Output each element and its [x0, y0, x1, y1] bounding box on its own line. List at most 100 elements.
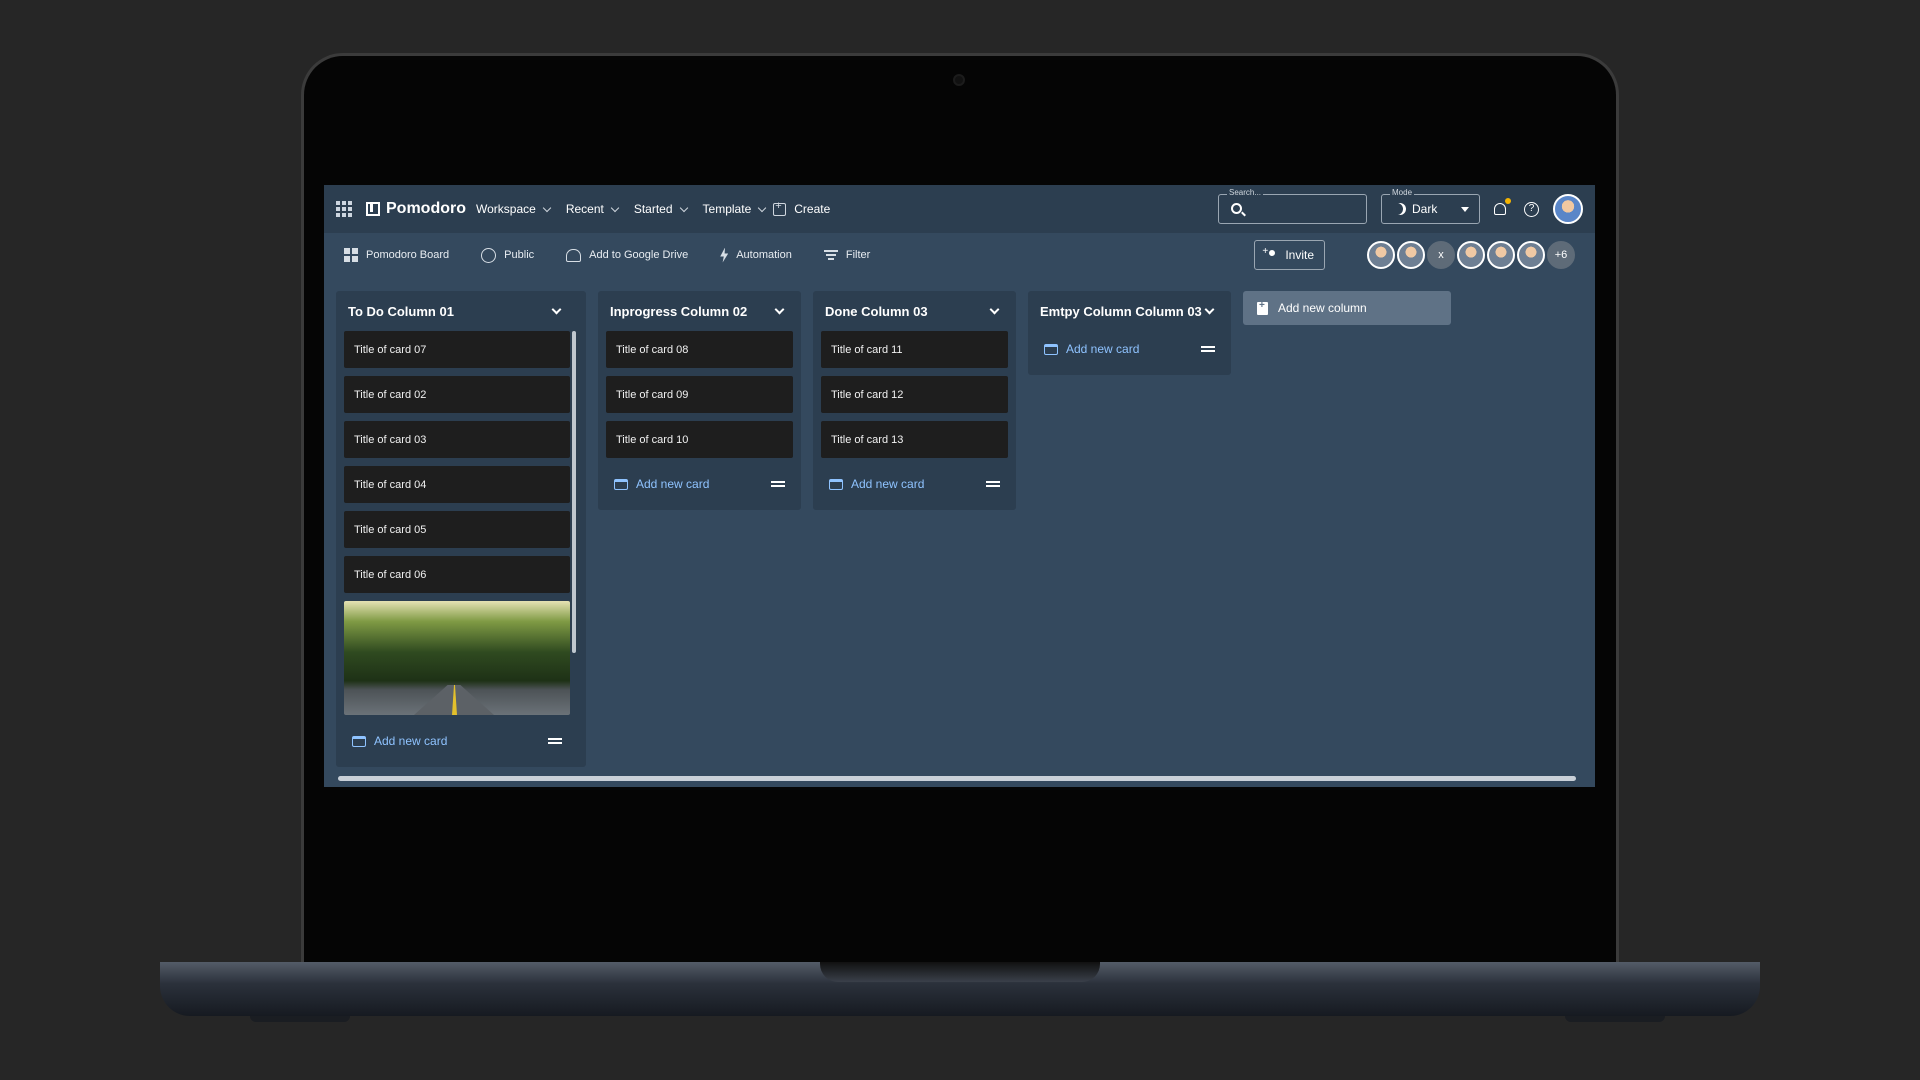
card[interactable]: Title of card 07: [344, 331, 570, 368]
nav-menu: Workspace Recent Started Template: [476, 202, 767, 216]
column-scrollbar[interactable]: [572, 331, 576, 653]
laptop-foot-left: [250, 1016, 350, 1022]
search-icon: [1231, 203, 1242, 214]
add-document-icon: [1257, 300, 1268, 315]
card[interactable]: Title of card 03: [344, 421, 570, 458]
chevron-down-icon[interactable]: [774, 304, 785, 314]
member-avatar[interactable]: [1367, 241, 1395, 269]
column-title: Inprogress Column 02: [610, 303, 748, 319]
chevron-down-icon[interactable]: [551, 304, 562, 314]
cloud-upload-icon: [566, 248, 582, 262]
board-icon: [344, 248, 358, 262]
bell-icon[interactable]: [1494, 198, 1511, 215]
add-card-icon: [1044, 343, 1058, 355]
invite-label: Invite: [1285, 248, 1314, 262]
search-input[interactable]: Search...: [1218, 188, 1367, 224]
member-avatar[interactable]: [1487, 241, 1515, 269]
card-cover-image[interactable]: [344, 601, 570, 715]
add-card-icon: [829, 478, 843, 490]
column-header: Emtpy Column Column 03: [1036, 291, 1223, 331]
automation-button[interactable]: Automation: [720, 247, 792, 263]
drag-handle-icon[interactable]: [986, 481, 1000, 487]
member-avatar[interactable]: x: [1427, 241, 1455, 269]
public-label: Public: [504, 249, 535, 261]
drag-handle-icon[interactable]: [548, 738, 562, 744]
camera: [953, 74, 965, 86]
add-card-icon: [352, 735, 366, 747]
nav-workspace[interactable]: Workspace: [476, 202, 552, 216]
add-card-button[interactable]: Add new card: [821, 466, 1008, 502]
mode-value: Dark: [1412, 202, 1438, 216]
user-avatar[interactable]: [1553, 194, 1583, 224]
nav-template[interactable]: Template: [702, 202, 767, 216]
member-avatar[interactable]: [1397, 241, 1425, 269]
add-card-button[interactable]: Add new card: [606, 466, 793, 502]
kanban-board: To Do Column 01 Title of card 07 Title o…: [336, 291, 1451, 767]
brand-logo[interactable]: Pomodoro: [366, 200, 466, 218]
column-header: Inprogress Column 02: [606, 291, 793, 331]
nav-recent[interactable]: Recent: [565, 202, 620, 216]
google-drive-button[interactable]: Add to Google Drive: [566, 248, 689, 262]
drag-handle-icon[interactable]: [771, 481, 785, 487]
chevron-down-icon[interactable]: [989, 304, 1000, 314]
app-screen: Pomodoro Workspace Recent Started Templa…: [324, 185, 1595, 787]
card[interactable]: Title of card 05: [344, 511, 570, 548]
column-title: Emtpy Column Column 03: [1040, 303, 1202, 319]
globe-icon: [481, 247, 497, 263]
chevron-down-icon[interactable]: [1204, 304, 1215, 314]
member-avatar[interactable]: [1517, 241, 1545, 269]
more-members-badge[interactable]: +6: [1547, 241, 1575, 269]
board-column: Done Column 03 Title of card 11 Title of…: [813, 291, 1016, 510]
caret-down-icon: [1461, 207, 1469, 212]
member-avatar[interactable]: [1457, 241, 1485, 269]
add-card-icon: [614, 478, 628, 490]
top-nav: Pomodoro Workspace Recent Started Templa…: [324, 185, 1595, 233]
member-avatars: x +6: [1367, 241, 1575, 269]
apps-grid-icon[interactable]: [336, 201, 352, 217]
mode-select[interactable]: Mode Dark: [1381, 188, 1480, 224]
drive-label: Add to Google Drive: [589, 249, 689, 261]
card[interactable]: Title of card 10: [606, 421, 793, 458]
add-card-label: Add new card: [1066, 342, 1140, 356]
board-scrollbar[interactable]: [338, 776, 1576, 781]
nav-started[interactable]: Started: [634, 202, 688, 216]
nav-label: Recent: [565, 202, 604, 216]
drag-handle-icon[interactable]: [1201, 346, 1215, 352]
filter-button[interactable]: Filter: [823, 249, 871, 261]
brand-name: Pomodoro: [386, 200, 466, 217]
add-column-button[interactable]: Add new column: [1243, 291, 1451, 325]
nav-label: Template: [702, 202, 752, 216]
card[interactable]: Title of card 12: [821, 376, 1008, 413]
board-column: To Do Column 01 Title of card 07 Title o…: [336, 291, 586, 767]
card[interactable]: Title of card 11: [821, 331, 1008, 368]
add-card-button[interactable]: Add new card: [1036, 331, 1223, 367]
add-card-label: Add new card: [374, 734, 448, 748]
laptop-base: [160, 962, 1760, 1016]
board-column: Emtpy Column Column 03 Add new card: [1028, 291, 1231, 375]
card[interactable]: Title of card 06: [344, 556, 570, 593]
column-header: Done Column 03: [821, 291, 1008, 331]
create-button[interactable]: Create: [773, 200, 830, 216]
chevron-down-icon: [758, 203, 767, 212]
card[interactable]: Title of card 13: [821, 421, 1008, 458]
chevron-down-icon: [679, 203, 688, 212]
mode-label: Mode: [1390, 188, 1415, 197]
board-label: Pomodoro Board: [366, 249, 450, 261]
add-card-button[interactable]: Add new card: [344, 723, 570, 759]
card[interactable]: Title of card 09: [606, 376, 793, 413]
search-label: Search...: [1227, 188, 1264, 197]
invite-button[interactable]: Invite: [1254, 240, 1325, 270]
card[interactable]: Title of card 04: [344, 466, 570, 503]
help-icon[interactable]: ?: [1524, 201, 1539, 217]
card[interactable]: Title of card 08: [606, 331, 793, 368]
card[interactable]: Title of card 02: [344, 376, 570, 413]
filter-icon: [823, 250, 838, 260]
add-card-label: Add new card: [636, 477, 710, 491]
board-column: Inprogress Column 02 Title of card 08 Ti…: [598, 291, 801, 510]
column-title: Done Column 03: [825, 303, 928, 319]
board-logo-icon: [366, 202, 380, 216]
visibility-button[interactable]: Public: [481, 247, 535, 263]
filter-label: Filter: [845, 249, 871, 261]
add-square-icon: [773, 200, 787, 216]
board-switch-button[interactable]: Pomodoro Board: [344, 248, 449, 262]
